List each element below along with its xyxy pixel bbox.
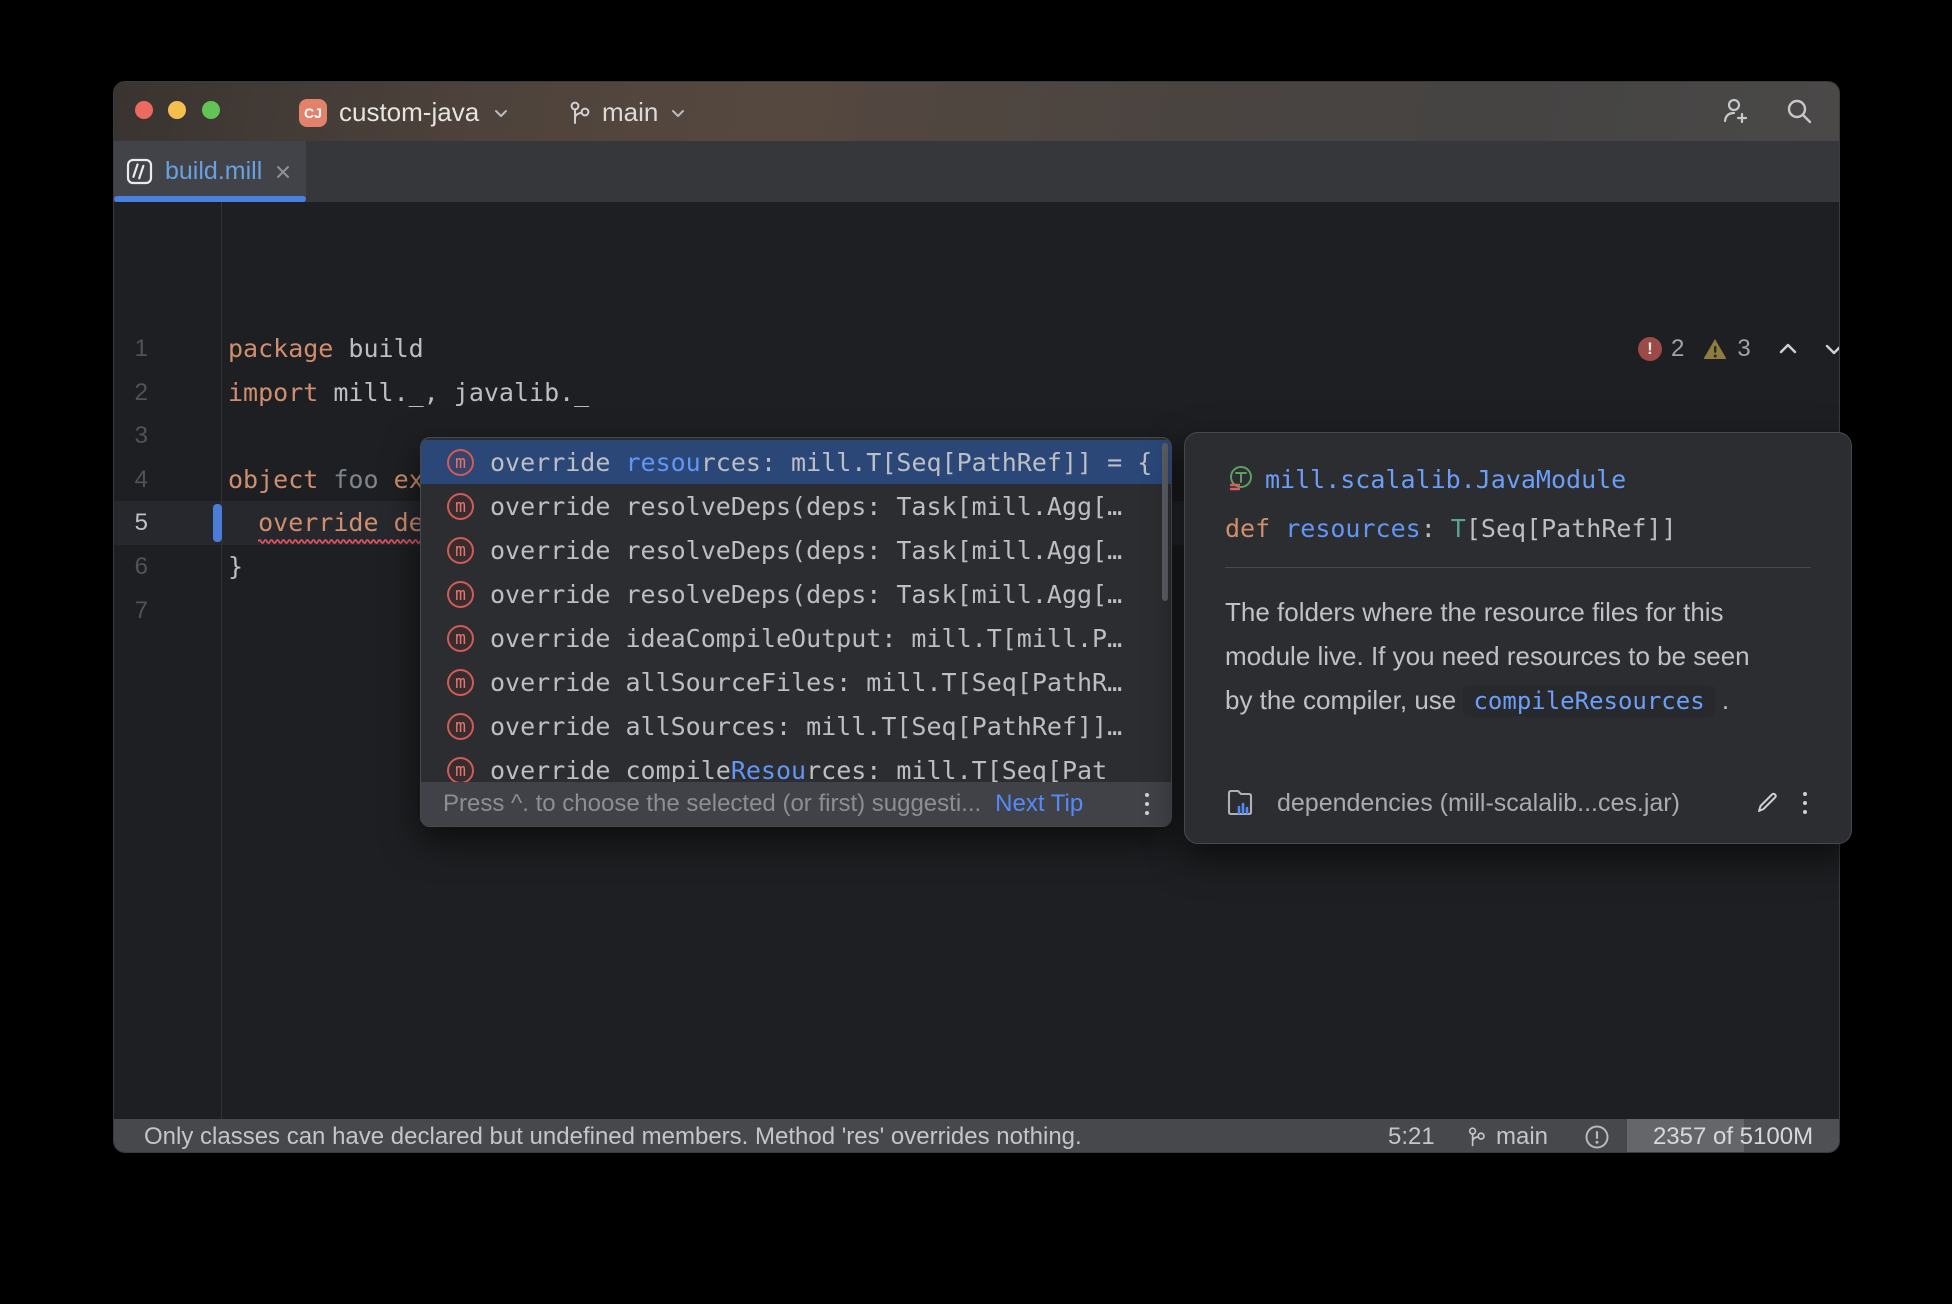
problems-indicator-icon[interactable] (1584, 1124, 1610, 1150)
completion-item[interactable]: moverride resolveDeps(deps: Task[mill.Ag… (421, 528, 1171, 572)
mill-file-icon (126, 158, 153, 185)
close-window-button[interactable] (135, 101, 153, 119)
next-problem-chevron-down-icon[interactable] (1821, 336, 1840, 362)
doc-signature: def resources: T[Seq[PathRef]] (1225, 511, 1811, 547)
trait-icon (1225, 464, 1255, 494)
completion-hint-text: Press ^. to choose the selected (or firs… (443, 790, 981, 818)
compile-resources-link[interactable]: compileResources (1463, 685, 1714, 717)
method-icon: m (447, 493, 474, 520)
completion-item[interactable]: moverride ideaCompileOutput: mill.T[mill… (421, 616, 1171, 660)
method-icon: m (447, 625, 474, 652)
status-message: Only classes can have declared but undef… (144, 1119, 1082, 1153)
edit-pencil-icon[interactable] (1753, 789, 1781, 817)
method-icon: m (447, 669, 474, 696)
chevron-down-icon (668, 103, 688, 123)
branch-name: main (602, 97, 658, 128)
status-branch-name[interactable]: main (1496, 1119, 1548, 1153)
vcs-widget[interactable]: main (566, 97, 688, 128)
method-icon: m (447, 757, 474, 784)
method-icon: m (447, 713, 474, 740)
completion-item[interactable]: moverride allSourceFiles: mill.T[Seq[Pat… (421, 660, 1171, 704)
caret-position-widget[interactable]: 5:21 (1388, 1119, 1435, 1153)
caret-line-gutter-marker (213, 504, 222, 542)
editor-tab-bar: build.mill (114, 141, 1839, 202)
completion-scrollbar-thumb[interactable] (1162, 443, 1168, 601)
git-branch-icon (566, 99, 592, 127)
error-count: 2 (1671, 335, 1684, 363)
completion-item[interactable]: moverride resources: mill.T[Seq[PathRef]… (421, 440, 1171, 484)
completion-item[interactable]: moverride resolveDeps(deps: Task[mill.Ag… (421, 572, 1171, 616)
add-user-icon[interactable] (1720, 96, 1750, 126)
completion-popup: moverride resources: mill.T[Seq[PathRef]… (420, 437, 1172, 827)
completion-item[interactable]: moverride resolveDeps(deps: Task[mill.Ag… (421, 484, 1171, 528)
warning-count: 3 (1737, 335, 1750, 363)
prev-problem-chevron-up-icon[interactable] (1775, 336, 1801, 362)
completion-item[interactable]: moverride compileResources: mill.T[Seq[P… (421, 748, 1171, 784)
warning-count-icon (1702, 337, 1728, 361)
doc-description: The folders where the resource files for… (1225, 590, 1811, 723)
memory-usage-text: 2357 of 5100M (1627, 1119, 1839, 1153)
doc-qualified-name[interactable]: mill.scalalib.JavaModule (1265, 465, 1626, 494)
tab-build-mill[interactable]: build.mill (114, 141, 306, 202)
doc-divider (1225, 567, 1811, 568)
search-icon[interactable] (1784, 96, 1814, 126)
chevron-down-icon (491, 103, 511, 123)
method-icon: m (447, 537, 474, 564)
close-tab-icon[interactable] (274, 163, 292, 181)
error-count-icon: ! (1638, 337, 1662, 361)
maximize-window-button[interactable] (202, 101, 220, 119)
memory-indicator[interactable]: 2357 of 5100M (1627, 1119, 1839, 1153)
status-bar: Only classes can have declared but undef… (114, 1119, 1839, 1153)
library-icon (1225, 787, 1255, 819)
method-icon: m (447, 449, 474, 476)
completion-item[interactable]: moverride allSources: mill.T[Seq[PathRef… (421, 704, 1171, 748)
doc-dependencies-label[interactable]: dependencies (mill-scalalib...ces.jar) (1277, 789, 1735, 818)
minimize-window-button[interactable] (168, 101, 186, 119)
project-widget[interactable]: CJ custom-java (299, 97, 511, 128)
inspections-widget[interactable]: ! 2 3 (1638, 334, 1840, 364)
doc-more-kebab-icon[interactable] (1799, 788, 1811, 818)
more-options-kebab-icon[interactable] (1141, 789, 1153, 819)
method-icon: m (447, 581, 474, 608)
project-name: custom-java (339, 97, 479, 128)
completion-hint-bar: Press ^. to choose the selected (or firs… (421, 782, 1171, 826)
title-bar: CJ custom-java main (114, 82, 1839, 141)
tab-label: build.mill (165, 157, 262, 186)
git-branch-icon[interactable] (1465, 1125, 1487, 1149)
project-badge: CJ (299, 99, 327, 127)
documentation-popup: mill.scalalib.JavaModule def resources: … (1184, 432, 1852, 844)
next-tip-link[interactable]: Next Tip (995, 790, 1083, 818)
